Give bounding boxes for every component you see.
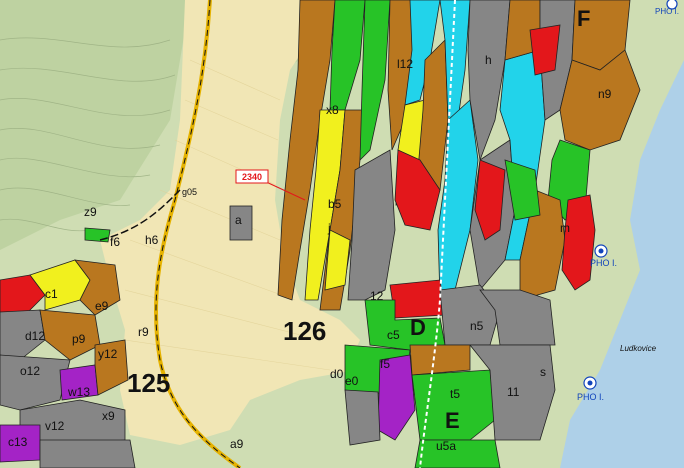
- stand-label-h: h: [485, 53, 492, 67]
- stand-label-h6: h6: [145, 233, 159, 247]
- stand-label-y12: y12: [98, 347, 118, 361]
- stand-label-x8: x8: [326, 103, 339, 117]
- stand-label-d0: d0: [330, 367, 344, 381]
- pho-label: PHO I.: [577, 392, 604, 402]
- stand-label-m: m: [560, 221, 570, 235]
- stand-red-1: [561, 194, 596, 291]
- stand-label-11: 11: [507, 385, 520, 399]
- stand-label-n5: n5: [470, 319, 484, 333]
- stand-label-a: a: [235, 213, 242, 227]
- callout-number: 2340: [242, 172, 262, 182]
- stand-brown-9: [409, 344, 471, 376]
- forest-map[interactable]: 2340 125 126 D E F c1 d12 e9 f6 h6 z9 g0…: [0, 0, 684, 468]
- stand-label-u5a: u5a: [436, 439, 456, 453]
- stand-label-s: s: [540, 365, 546, 379]
- stand-label-c5: c5: [387, 328, 400, 342]
- stand-label-j: j: [327, 221, 331, 235]
- stand-green-west: [84, 227, 111, 243]
- stand-label-e0: e0: [345, 374, 359, 388]
- stand-gray-8: [344, 389, 381, 446]
- stand-label-r9: r9: [138, 325, 149, 339]
- stand-label-n9: n9: [598, 87, 612, 101]
- compartment-125: 125: [127, 368, 170, 398]
- district-letter-d: D: [410, 315, 426, 340]
- stand-red-4: [529, 24, 561, 76]
- stand-label-x9: x9: [102, 409, 115, 423]
- stand-label-p9: p9: [72, 332, 86, 346]
- stand-label-l12: l12: [397, 57, 413, 71]
- stand-label-a9: a9: [230, 437, 244, 451]
- stand-label-w13: w13: [67, 385, 90, 399]
- pho-label: PHO I.: [655, 7, 679, 16]
- stand-label-f5: f5: [380, 357, 390, 371]
- stand-gray-west-4: [39, 439, 136, 468]
- stand-label-z9: z9: [84, 205, 97, 219]
- pho-label: PHO I.: [590, 258, 617, 268]
- stand-red-5: [389, 279, 446, 319]
- stand-label-12: 12: [370, 289, 384, 303]
- map-canvas: 2340 125 126 D E F c1 d12 e9 f6 h6 z9 g0…: [0, 0, 684, 468]
- stand-label-g05: g05: [182, 187, 197, 197]
- stand-label-c13: c13: [8, 435, 28, 449]
- stand-label-d12: d12: [25, 329, 45, 343]
- place-name-ludkovice: Ludkovice: [620, 344, 657, 353]
- stand-label-b5: b5: [328, 197, 342, 211]
- stand-green-8: [414, 439, 501, 468]
- stand-label-f6: f6: [110, 235, 120, 249]
- stand-label-e9: e9: [95, 299, 109, 313]
- compartment-126: 126: [283, 316, 326, 346]
- district-letter-e: E: [445, 408, 460, 433]
- stand-label-o12: o12: [20, 364, 40, 378]
- stand-label-t5: t5: [450, 387, 460, 401]
- stand-label-c1: c1: [45, 287, 58, 301]
- stand-label-v12: v12: [45, 419, 65, 433]
- district-letter-f: F: [577, 6, 590, 31]
